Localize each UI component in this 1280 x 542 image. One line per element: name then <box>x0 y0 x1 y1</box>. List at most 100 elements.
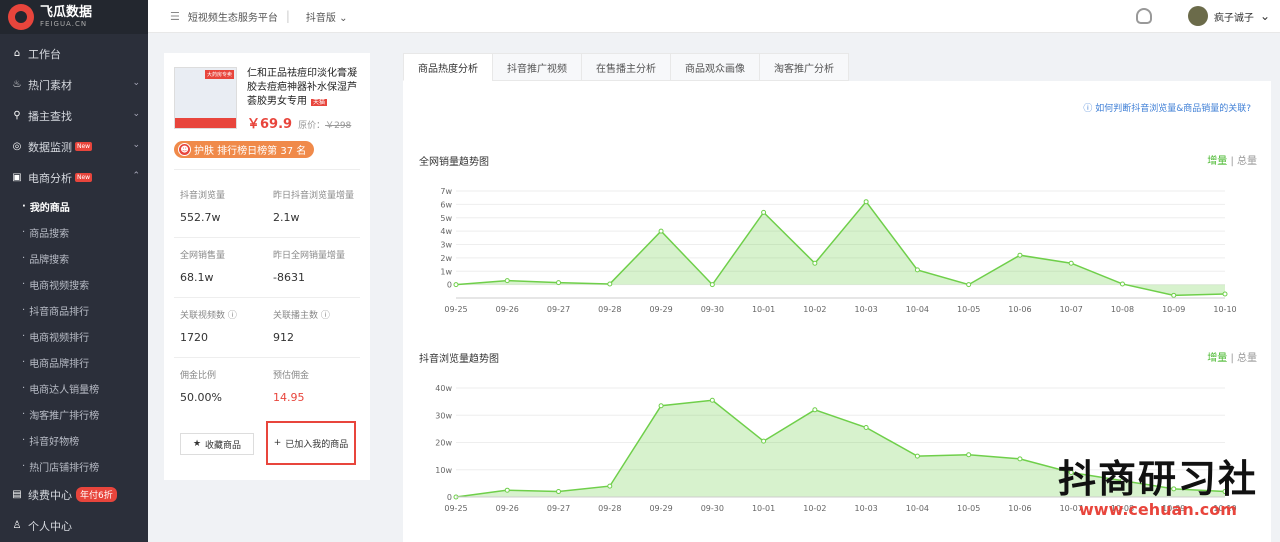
y-tick-label: 40w <box>435 384 452 393</box>
y-tick-label: 10w <box>435 466 452 475</box>
data-point <box>453 282 459 288</box>
original-price-label: 原价： <box>298 121 326 131</box>
x-tick-label: 10-03 <box>855 305 878 314</box>
help-link[interactable]: ⓘ 如何判断抖音浏览量&商品销量的关联? <box>1083 101 1251 114</box>
sidebar-item-workbench[interactable]: ⌂ 工作台 <box>0 38 148 69</box>
favorite-button[interactable]: ★ 收藏商品 <box>180 433 254 455</box>
chevron-down-icon[interactable]: ⌄ <box>1260 9 1270 23</box>
stat-label: 抖音浏览量 <box>180 191 226 201</box>
x-tick-label: 09-30 <box>701 305 724 314</box>
data-point <box>966 282 972 288</box>
sidebar-item-label: 播主查找 <box>28 109 72 123</box>
x-tick-label: 09-29 <box>649 305 672 314</box>
menu-icon[interactable]: ☰ <box>170 10 180 23</box>
username[interactable]: 疯子诚子 <box>1214 9 1254 24</box>
tab-audience-profile[interactable]: 商品观众画像 <box>670 53 760 81</box>
image-banner <box>175 118 236 128</box>
original-price-value: ￥298 <box>325 121 352 131</box>
tab-promo-videos[interactable]: 抖音推广视频 <box>492 53 582 81</box>
x-tick-label: 10-09 <box>1162 305 1185 314</box>
sidebar-item-renew[interactable]: ▤ 续费中心 年付6折 <box>0 479 148 510</box>
toggle-increment[interactable]: 增量 <box>1207 156 1227 167</box>
rank-badge[interactable]: ☻ 护肤 排行榜日榜第 37 名 <box>174 141 315 158</box>
headset-icon[interactable] <box>1135 8 1152 24</box>
sidebar-sub-product-rank[interactable]: · 抖音商品排行 <box>0 297 148 323</box>
sidebar-sub-brand-search[interactable]: · 品牌搜索 <box>0 245 148 271</box>
x-tick-label: 10-07 <box>1060 305 1083 314</box>
stat-value: 552.7w <box>180 211 221 224</box>
product-stats: 抖音浏览量 552.7w 昨日抖音浏览量增量 2.1w 全网销售量 68.1w 昨日全… <box>174 169 360 418</box>
tab-bar: 商品热度分析 抖音推广视频 在售播主分析 商品观众画像 淘客推广分析 <box>403 53 1271 81</box>
tab-heat-analysis[interactable]: 商品热度分析 <box>403 53 493 81</box>
data-point <box>914 453 920 459</box>
avatar[interactable] <box>1187 6 1208 26</box>
x-tick-label: 10-04 <box>906 504 929 513</box>
platform-label: 短视频生态服务平台 <box>187 12 278 24</box>
watermark-url: www.cehuan.com <box>1079 500 1237 519</box>
sidebar-sub-label: 电商视频搜索 <box>29 280 90 292</box>
added-to-my-products-button[interactable]: + 已加入我的商品 <box>266 421 356 465</box>
toggle-total[interactable]: 总量 <box>1237 156 1257 167</box>
sidebar-sub-product-search[interactable]: · 商品搜索 <box>0 219 148 245</box>
chevron-up-icon: ⌃ <box>132 171 140 181</box>
stat-label: 佣金比例 <box>180 371 217 381</box>
plus-icon: + <box>273 438 282 448</box>
sidebar-sub-label: 电商视频排行 <box>29 332 90 344</box>
product-price: ￥69.9 <box>247 117 293 132</box>
added-label: 已加入我的商品 <box>285 439 349 450</box>
favorite-label: 收藏商品 <box>205 440 242 451</box>
data-point <box>1119 281 1125 287</box>
tab-streamer-analysis[interactable]: 在售播主分析 <box>581 53 671 81</box>
version-select[interactable]: 抖音版 ⌄ <box>306 9 348 24</box>
toggle-increment[interactable]: 增量 <box>1207 353 1227 364</box>
logo[interactable]: 飞瓜数据 FEIGUA.CN <box>0 0 148 34</box>
y-tick-label: 20w <box>435 439 452 448</box>
sidebar-item-monitor[interactable]: ◎ 数据监测 New ⌄ <box>0 131 148 162</box>
sidebar-sub-brand-rank[interactable]: · 电商品牌排行 <box>0 349 148 375</box>
tab-taoke-analysis[interactable]: 淘客推广分析 <box>759 53 849 81</box>
chart-toggle-views: 增量 | 总量 <box>1207 349 1257 364</box>
image-tag: 大药房专卖 <box>204 70 234 79</box>
sidebar-sub-influencer-rank[interactable]: · 电商达人销量榜 <box>0 375 148 401</box>
y-tick-label: 5w <box>440 214 452 223</box>
renew-icon: ▤ <box>12 489 22 500</box>
sidebar-item-hot-material[interactable]: ♨ 热门素材 ⌄ <box>0 69 148 100</box>
sidebar-sub-good-things[interactable]: · 抖音好物榜 <box>0 427 148 453</box>
sidebar-sub-shop-rank[interactable]: · 热门店铺排行榜 <box>0 453 148 479</box>
sidebar-sub-my-products[interactable]: · 我的商品 <box>0 193 148 219</box>
data-point <box>658 403 664 409</box>
y-tick-label: 2w <box>440 254 452 263</box>
sidebar-sub-label: 电商品牌排行 <box>29 358 90 370</box>
search-icon: ⚲ <box>13 110 21 121</box>
product-title[interactable]: 仁和正品祛痘印淡化膏凝胶去痘疤神器补水保湿芦荟胶男女专用 天猫 <box>247 67 359 110</box>
toggle-total[interactable]: 总量 <box>1237 353 1257 364</box>
sidebar-sub-video-search[interactable]: · 电商视频搜索 <box>0 271 148 297</box>
sidebar-item-find-streamer[interactable]: ⚲ 播主查找 ⌄ <box>0 100 148 131</box>
stat-value: 50.00% <box>180 391 222 404</box>
sidebar-sub-video-rank[interactable]: · 电商视频排行 <box>0 323 148 349</box>
area-fill <box>456 201 1225 296</box>
y-tick-label: 7w <box>440 187 452 196</box>
sidebar-item-profile[interactable]: ♙ 个人中心 <box>0 510 148 541</box>
stat-label[interactable]: 关联视频数 ⓘ <box>180 308 267 321</box>
x-tick-label: 09-26 <box>496 305 519 314</box>
x-tick-label: 10-05 <box>957 305 980 314</box>
sidebar: 飞瓜数据 FEIGUA.CN ⌂ 工作台 ♨ 热门素材 ⌄ ⚲ 播主查找 ⌄ ◎… <box>0 0 148 542</box>
sidebar-item-ecommerce[interactable]: ▣ 电商分析 New ⌃ <box>0 162 148 193</box>
product-title-text: 仁和正品祛痘印淡化膏凝胶去痘疤神器补水保湿芦荟胶男女专用 <box>247 68 357 107</box>
product-image[interactable]: 大药房专卖 <box>174 67 237 129</box>
sidebar-sub-taoke-rank[interactable]: · 淘客推广排行榜 <box>0 401 148 427</box>
x-tick-label: 09-28 <box>598 504 621 513</box>
home-icon: ⌂ <box>13 48 21 59</box>
x-tick-label: 09-29 <box>649 504 672 513</box>
chevron-down-icon: ⌄ <box>132 109 140 119</box>
tmall-tag: 天猫 <box>311 99 328 106</box>
data-point <box>863 199 869 205</box>
y-tick-label: 0 <box>447 493 452 502</box>
stat-label[interactable]: 关联播主数 ⓘ <box>273 308 360 321</box>
x-tick-label: 10-01 <box>752 504 775 513</box>
x-tick-label: 10-01 <box>752 305 775 314</box>
watermark: 抖商研习社 www.cehuan.com <box>1058 458 1258 519</box>
x-tick-label: 09-28 <box>598 305 621 314</box>
stat-value: 912 <box>273 331 294 344</box>
